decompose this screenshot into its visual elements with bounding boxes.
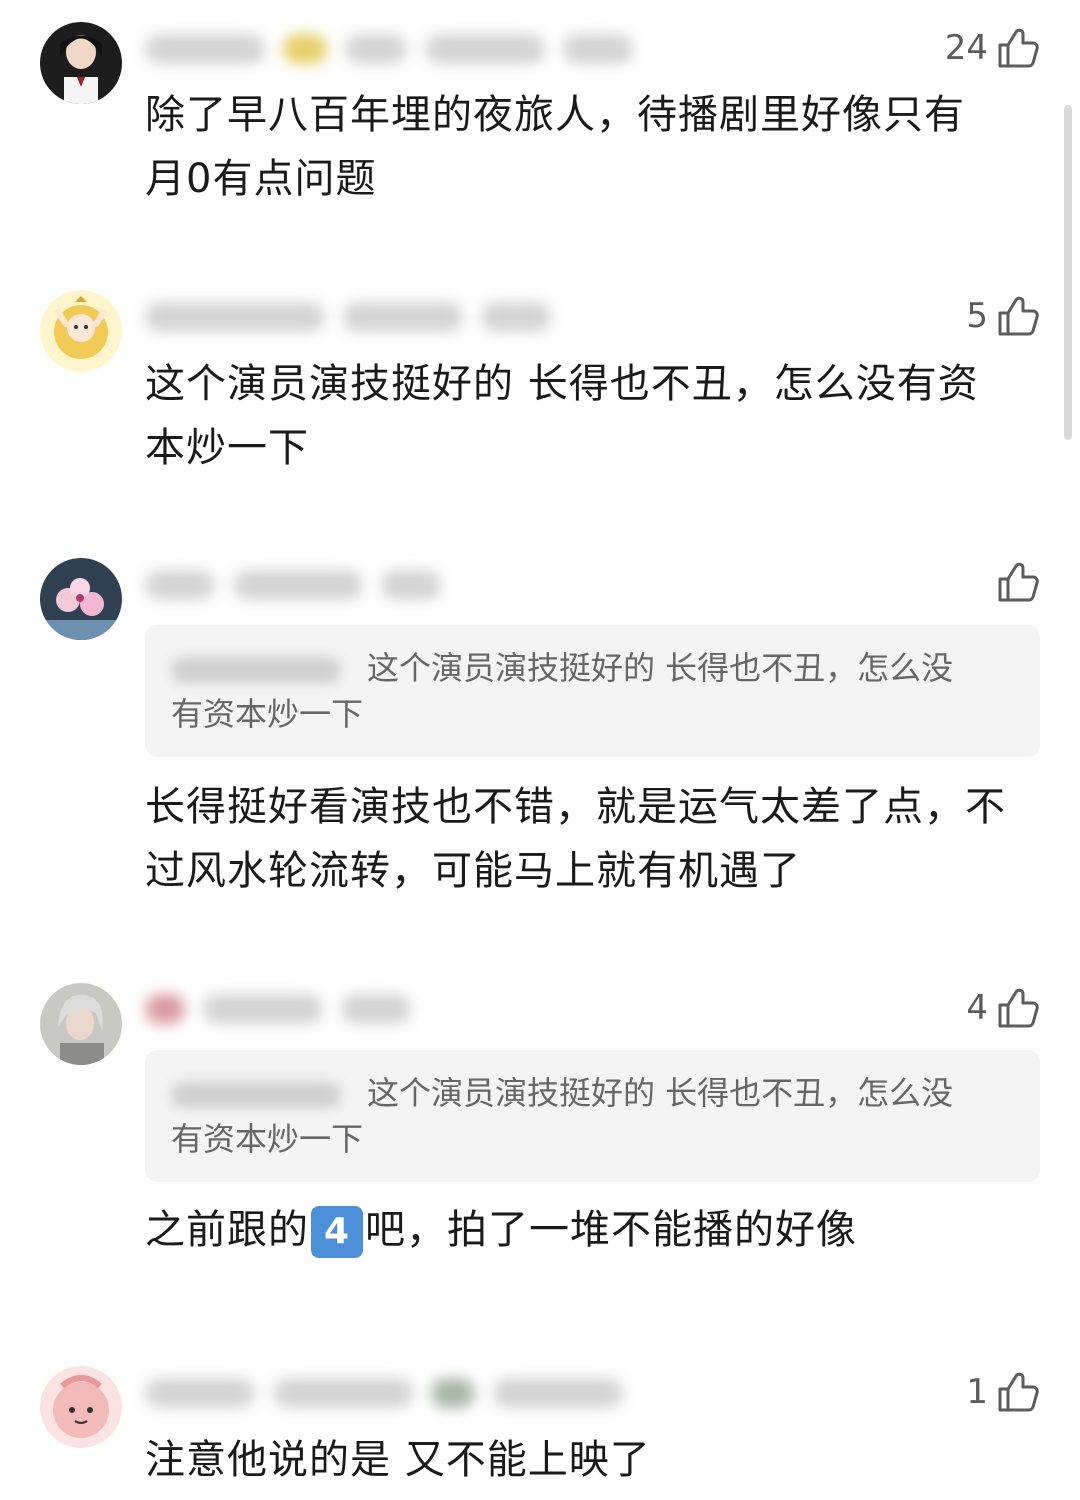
- scrollbar[interactable]: [1064, 105, 1072, 440]
- like-count: 1: [966, 1372, 988, 1412]
- comment-text-line: 月0有点问题: [145, 156, 377, 202]
- avatar[interactable]: [40, 1366, 122, 1448]
- comment-text-line: 注意他说的是 又不能上映了: [145, 1437, 651, 1483]
- user-meta: [145, 32, 633, 66]
- like-button[interactable]: [988, 560, 1040, 604]
- quoted-text-line: 这个演员演技挺好的 长得也不丑，怎么没: [367, 1074, 954, 1112]
- comment-text: 之前跟的 4 吧，拍了一堆不能播的好像: [145, 1198, 1045, 1262]
- avatar[interactable]: [40, 290, 122, 372]
- comment-text-line: 本炒一下: [145, 425, 309, 471]
- thumbs-up-icon: [996, 986, 1040, 1030]
- comment-text-part: 吧，拍了一堆不能播的好像: [365, 1207, 857, 1253]
- quoted-text-line: 有资本炒一下: [171, 695, 364, 733]
- comment-text: 除了早八百年埋的夜旅人，待播剧里好像只有 月0有点问题: [145, 83, 1045, 211]
- avatar[interactable]: [40, 558, 122, 640]
- quoted-username: [171, 1082, 341, 1108]
- quoted-comment[interactable]: 这个演员演技挺好的 长得也不丑，怎么没 有资本炒一下: [145, 625, 1040, 757]
- comment-text: 长得挺好看演技也不错，就是运气太差了点，不 过风水轮流转，可能马上就有机遇了: [145, 775, 1045, 903]
- comment-text-line: 过风水轮流转，可能马上就有机遇了: [145, 848, 801, 894]
- comment-text-line: 这个演员演技挺好的 长得也不丑，怎么没有资: [145, 361, 979, 407]
- comment-text: 注意他说的是 又不能上映了: [145, 1428, 1045, 1492]
- thumbs-up-icon: [996, 294, 1040, 338]
- thumbs-up-icon: [996, 1370, 1040, 1414]
- comment-text: 这个演员演技挺好的 长得也不丑，怎么没有资 本炒一下: [145, 352, 1045, 480]
- user-meta: [145, 992, 411, 1026]
- keycap-four-emoji: 4: [311, 1206, 363, 1258]
- comment-text-part: 之前跟的: [145, 1207, 309, 1253]
- like-count: 5: [966, 296, 988, 336]
- like-count: 4: [966, 988, 988, 1028]
- like-button[interactable]: 5: [966, 294, 1040, 338]
- user-meta: [145, 568, 441, 602]
- thumbs-up-icon: [996, 560, 1040, 604]
- comment-text-line: 除了早八百年埋的夜旅人，待播剧里好像只有: [145, 92, 965, 138]
- quoted-username: [171, 657, 341, 683]
- user-meta: [145, 1376, 623, 1410]
- like-count: 24: [944, 28, 988, 68]
- quoted-text-line: 有资本炒一下: [171, 1120, 364, 1158]
- avatar[interactable]: [40, 983, 122, 1065]
- like-button[interactable]: 1: [966, 1370, 1040, 1414]
- thumbs-up-icon: [996, 26, 1040, 70]
- quoted-text-line: 这个演员演技挺好的 长得也不丑，怎么没: [367, 649, 954, 687]
- user-meta: [145, 300, 551, 334]
- like-button[interactable]: 24: [945, 26, 1040, 70]
- comment-text-line: 长得挺好看演技也不错，就是运气太差了点，不: [145, 784, 1006, 830]
- avatar[interactable]: [40, 22, 122, 104]
- like-button[interactable]: 4: [966, 986, 1040, 1030]
- quoted-comment[interactable]: 这个演员演技挺好的 长得也不丑，怎么没 有资本炒一下: [145, 1050, 1040, 1182]
